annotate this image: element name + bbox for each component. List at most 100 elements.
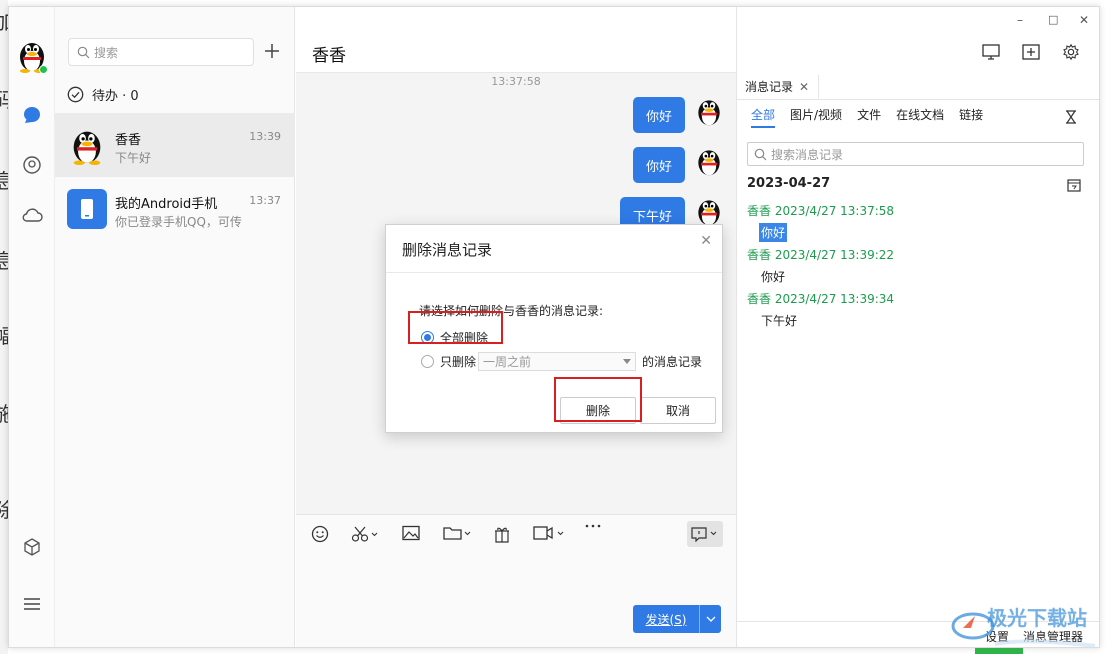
history-search-input[interactable]: 搜索消息记录	[747, 142, 1084, 166]
input-toolbar	[296, 514, 736, 554]
search-input[interactable]: 搜索	[68, 38, 254, 66]
tab-message-history[interactable]: 消息记录 ✕	[737, 75, 819, 99]
search-placeholder: 搜索	[94, 45, 119, 60]
hamburger-icon	[24, 598, 40, 610]
nav-contacts[interactable]	[20, 153, 44, 177]
conversation-name: 香香	[115, 133, 142, 148]
image-button[interactable]	[402, 525, 420, 541]
history-entry-header: 香香 2023/4/27 13:37:58	[747, 204, 895, 218]
filter-funnel-button[interactable]	[1064, 110, 1078, 128]
conversation-preview: 下午好	[115, 151, 152, 165]
monitor-icon	[982, 44, 1000, 60]
history-entry-text[interactable]: 下午好	[761, 312, 797, 329]
period-select[interactable]: 一周之前	[478, 352, 637, 371]
folder-icon	[443, 527, 471, 540]
filter-all[interactable]: 全部	[751, 106, 776, 128]
radio-delete-partial[interactable]: 只删除 一周之前 的消息记录	[421, 352, 702, 371]
filter-links[interactable]: 链接	[959, 106, 983, 128]
chevron-down-icon	[706, 616, 715, 622]
add-window-icon	[1022, 44, 1040, 60]
device-avatar	[67, 189, 107, 229]
screen-share-button[interactable]	[981, 43, 1001, 61]
message-bubble[interactable]: 你好	[633, 97, 685, 133]
message-history-panel: – □ ✕ 消息记录 ✕ 全部 图片/视频 文件 在线文档 链接 搜索消息记录 …	[736, 7, 1099, 647]
conversation-item[interactable]: 我的Android手机 13:37 你已登录手机QQ，可传	[55, 177, 295, 241]
background-window-edge: 加 码 息 息 幅 施 除	[0, 0, 14, 654]
history-icon	[691, 527, 717, 542]
add-button[interactable]	[262, 41, 282, 61]
todo-item[interactable]: 待办 · 0	[67, 85, 139, 104]
screenshot-button[interactable]	[351, 525, 379, 543]
close-window-button[interactable]: ✕	[1079, 13, 1089, 27]
phone-icon	[81, 199, 93, 219]
chat-settings-button[interactable]	[1061, 43, 1081, 61]
video-icon	[533, 526, 564, 540]
nav-menu[interactable]	[20, 592, 44, 616]
contact-avatar	[67, 125, 107, 165]
chat-header	[296, 7, 736, 73]
video-call-button[interactable]	[533, 525, 567, 541]
chat-title: 香香	[312, 46, 346, 66]
history-date: 2023-04-27	[747, 176, 831, 191]
dialog-close-icon[interactable]: ✕	[700, 233, 712, 249]
search-icon	[77, 46, 90, 58]
conversation-name: 我的Android手机	[115, 197, 218, 212]
conversation-time: 13:39	[249, 130, 281, 143]
calendar-button[interactable]	[1067, 178, 1081, 196]
send-button[interactable]: 发送(S)	[633, 605, 721, 633]
radio-delete-all-label: 全部删除	[440, 331, 489, 345]
penguin-avatar-icon	[698, 200, 720, 226]
period-select-value: 一周之前	[483, 355, 532, 369]
sender-avatar	[694, 195, 724, 227]
radio-selected-icon	[421, 331, 434, 344]
maximize-button[interactable]: □	[1048, 13, 1058, 26]
emoji-button[interactable]	[311, 525, 329, 543]
history-entry-text[interactable]: 你好	[761, 268, 785, 285]
gift-icon	[495, 527, 509, 543]
nav-messages[interactable]	[20, 103, 44, 127]
file-button[interactable]	[443, 525, 473, 541]
message-bubble[interactable]: 你好	[633, 147, 685, 183]
minimize-button[interactable]: –	[1017, 13, 1023, 27]
taskbar-indicator	[975, 648, 1023, 654]
close-tab-icon[interactable]: ✕	[799, 80, 809, 94]
conversation-item[interactable]: 香香 13:39 下午好	[55, 113, 295, 177]
history-filters: 全部 图片/视频 文件 在线文档 链接	[751, 106, 998, 128]
image-icon	[402, 525, 420, 541]
tab-divider	[737, 99, 1099, 100]
gift-button[interactable]	[493, 525, 511, 543]
message-history-button[interactable]	[687, 521, 723, 547]
calendar-icon	[1067, 179, 1081, 192]
more-button[interactable]	[584, 523, 602, 529]
history-search-placeholder: 搜索消息记录	[771, 147, 844, 162]
send-label: 发送(S)	[645, 612, 687, 627]
filter-docs[interactable]: 在线文档	[896, 106, 944, 128]
radio-delete-all[interactable]: 全部删除	[421, 329, 488, 346]
nav-cloud[interactable]	[20, 203, 44, 227]
search-icon	[754, 148, 767, 160]
add-member-button[interactable]	[1021, 43, 1041, 61]
conversation-list: 搜索 待办 · 0 香香 13:39 下午好 我的Android手机 13:37…	[55, 7, 295, 647]
dialog-prompt: 请选择如何删除与香香的消息记录:	[419, 304, 604, 318]
radio-suffix-label: 的消息记录	[642, 355, 703, 369]
filter-files[interactable]: 文件	[857, 106, 881, 128]
send-options-button[interactable]	[699, 605, 721, 633]
history-entry-header: 香香 2023/4/27 13:39:34	[747, 292, 895, 306]
filter-media[interactable]: 图片/视频	[790, 106, 842, 128]
radio-unselected-icon	[421, 355, 434, 368]
delete-button[interactable]: 删除	[560, 397, 636, 424]
watermark: 极光下载站	[945, 598, 1105, 654]
sender-avatar	[694, 145, 724, 177]
history-entry-text[interactable]: 你好	[759, 223, 788, 242]
nav-apps[interactable]	[20, 535, 44, 559]
emoji-icon	[311, 525, 329, 543]
scissors-icon	[351, 526, 378, 542]
hourglass-icon	[1066, 110, 1076, 124]
contacts-icon	[23, 156, 41, 174]
message-input[interactable]	[296, 554, 736, 647]
dialog-divider	[386, 272, 722, 273]
check-circle-icon	[67, 86, 84, 103]
cancel-button[interactable]: 取消	[640, 397, 716, 424]
conversation-preview: 你已登录手机QQ，可传	[115, 215, 242, 229]
cloud-icon	[22, 208, 43, 222]
